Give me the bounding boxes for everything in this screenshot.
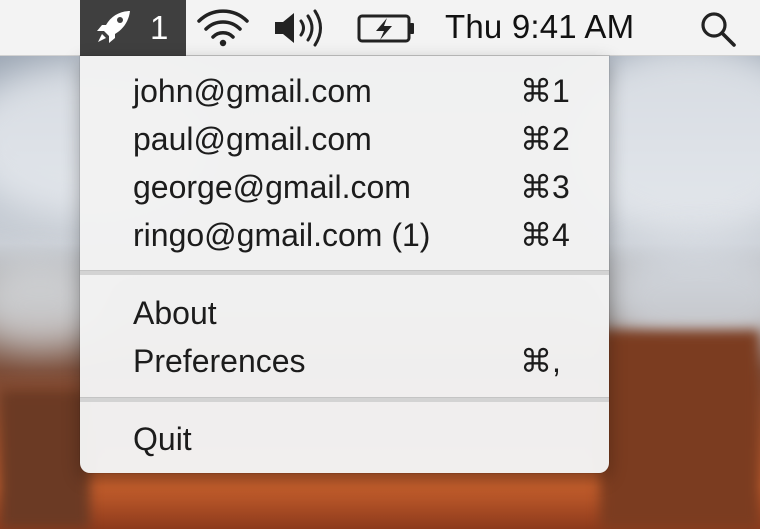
menu-item-shortcut: ⌘4 bbox=[520, 217, 570, 253]
unread-count-badge: 1 bbox=[150, 9, 169, 46]
menu-item-shortcut: ⌘3 bbox=[520, 169, 570, 205]
menu-bar: 1 Thu 9:41 AM bbox=[0, 0, 760, 56]
volume-icon[interactable] bbox=[272, 8, 330, 48]
menu-separator bbox=[80, 270, 609, 275]
menu-item-label: Quit bbox=[133, 421, 192, 457]
menu-item-account-john[interactable]: john@gmail.com ⌘1 bbox=[80, 68, 609, 114]
battery-charging-icon[interactable] bbox=[356, 8, 418, 48]
menu-item-shortcut: ⌘2 bbox=[520, 121, 570, 157]
menu-item-label: Preferences bbox=[133, 343, 306, 379]
menu-item-account-paul[interactable]: paul@gmail.com ⌘2 bbox=[80, 116, 609, 162]
menu-separator bbox=[80, 397, 609, 402]
rocket-icon bbox=[97, 11, 130, 43]
menu-item-label: george@gmail.com bbox=[133, 169, 411, 205]
search-icon[interactable] bbox=[698, 10, 740, 50]
menubar-clock[interactable]: Thu 9:41 AM bbox=[445, 7, 634, 47]
menu-item-label: paul@gmail.com bbox=[133, 121, 372, 157]
menu-item-about[interactable]: About bbox=[80, 290, 609, 336]
status-bar-app-button[interactable]: 1 bbox=[80, 0, 186, 56]
menu-item-label: About bbox=[133, 295, 217, 331]
wifi-icon[interactable] bbox=[196, 8, 250, 48]
menu-item-shortcut: ⌘1 bbox=[520, 73, 570, 109]
menu-item-shortcut: ⌘, bbox=[520, 343, 561, 379]
menu-item-account-george[interactable]: george@gmail.com ⌘3 bbox=[80, 164, 609, 210]
menu-item-quit[interactable]: Quit bbox=[80, 416, 609, 462]
menu-item-label: john@gmail.com bbox=[133, 73, 372, 109]
status-app-dropdown-menu: john@gmail.com ⌘1 paul@gmail.com ⌘2 geor… bbox=[80, 56, 609, 473]
menu-item-preferences[interactable]: Preferences ⌘, bbox=[80, 338, 609, 384]
menu-item-label: ringo@gmail.com (1) bbox=[133, 217, 431, 253]
menu-item-account-ringo[interactable]: ringo@gmail.com (1) ⌘4 bbox=[80, 212, 609, 258]
